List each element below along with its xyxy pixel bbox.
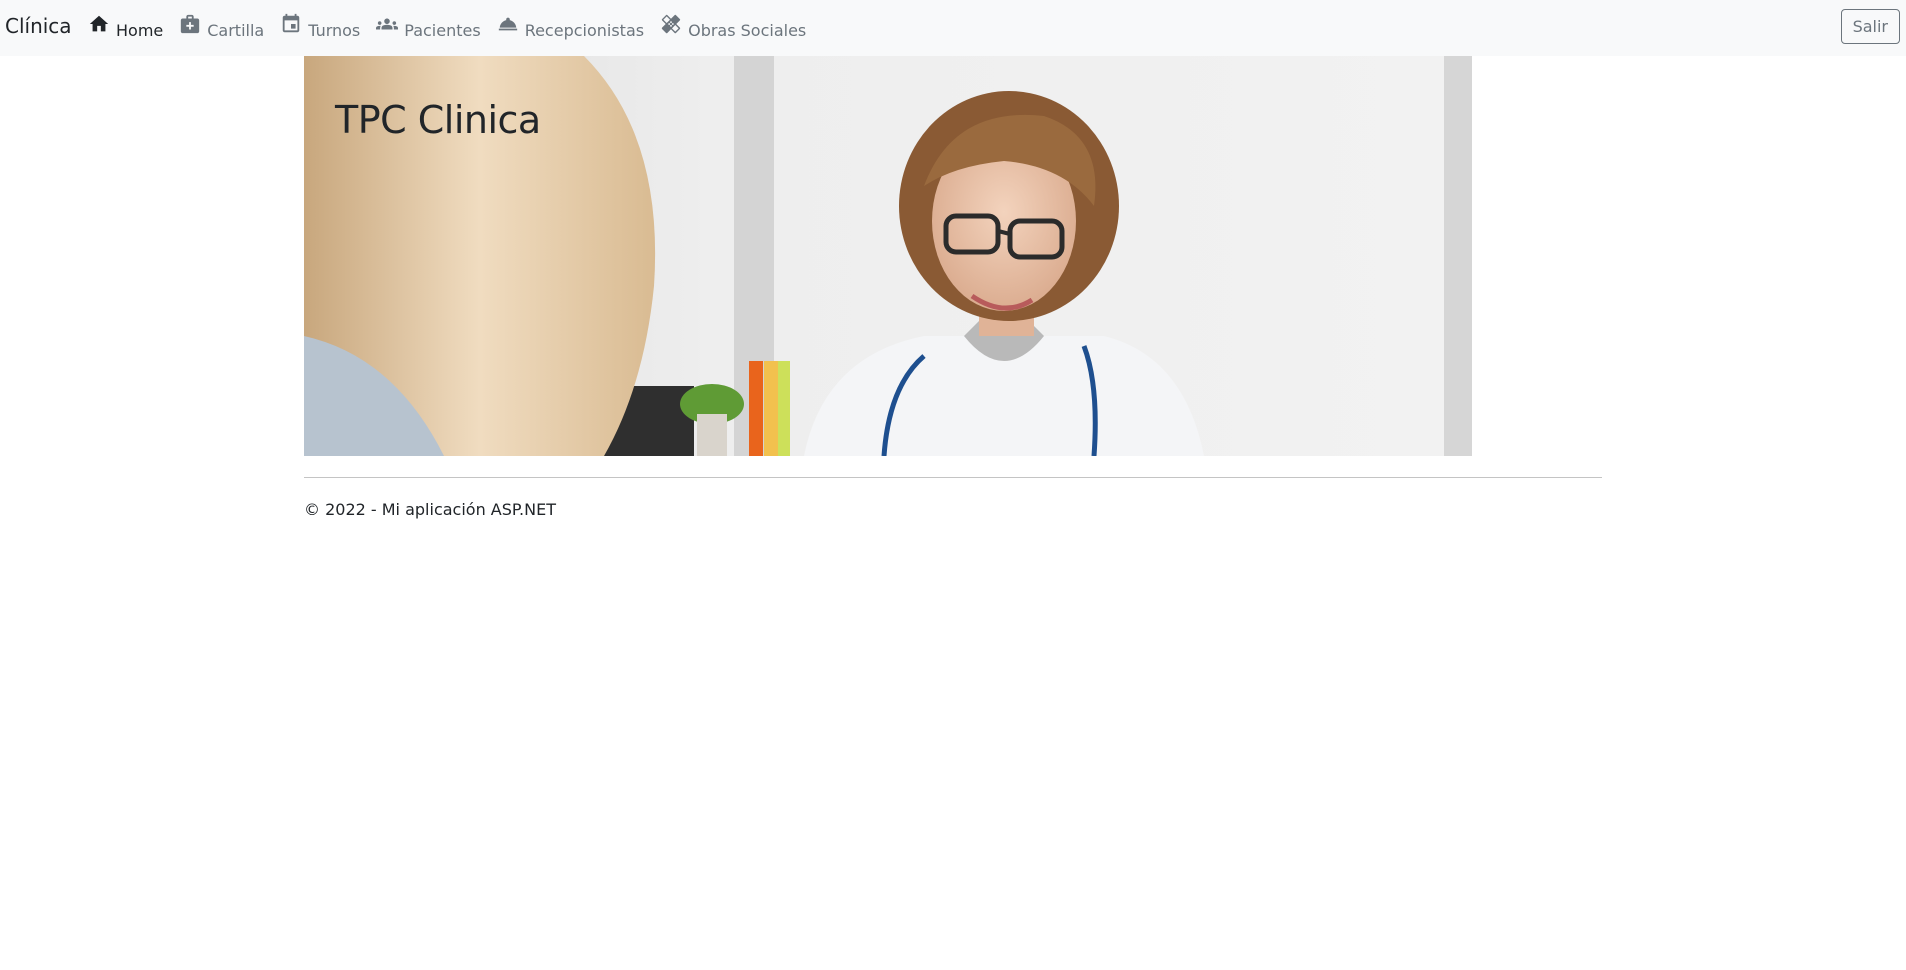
nav-item-obras-sociales[interactable]: Obras Sociales bbox=[660, 10, 806, 40]
people-icon bbox=[376, 13, 399, 35]
brand-link[interactable]: Clínica bbox=[5, 14, 72, 38]
nav-item-home[interactable]: Home bbox=[88, 10, 163, 40]
hero-title: TPC Clinica bbox=[335, 98, 541, 142]
footer: © 2022 - Mi aplicación ASP.NET bbox=[304, 500, 556, 519]
nav-item-label: Cartilla bbox=[207, 21, 265, 40]
nav-item-label: Turnos bbox=[308, 21, 361, 40]
logout-button[interactable]: Salir bbox=[1840, 9, 1900, 44]
nav-item-label: Recepcionistas bbox=[524, 21, 645, 40]
service-bell-icon bbox=[497, 13, 519, 35]
footer-copyright: © 2022 - Mi aplicación ASP.NET bbox=[304, 500, 556, 519]
nav-item-label: Pacientes bbox=[404, 21, 481, 40]
nav-item-pacientes[interactable]: Pacientes bbox=[376, 10, 481, 40]
home-icon bbox=[88, 13, 110, 35]
medical-bag-icon bbox=[179, 13, 201, 35]
nav-item-cartilla[interactable]: Cartilla bbox=[179, 10, 264, 40]
nav-menu: Home Cartilla Turnos Pacientes Recepcion… bbox=[88, 10, 822, 40]
nav-item-label: Obras Sociales bbox=[688, 21, 807, 40]
nav-item-turnos[interactable]: Turnos bbox=[280, 10, 360, 40]
bandage-icon bbox=[660, 13, 682, 35]
footer-divider bbox=[304, 477, 1602, 478]
top-navbar: Clínica Home Cartilla Turnos Pacientes R… bbox=[0, 0, 1906, 56]
nav-item-recepcionistas[interactable]: Recepcionistas bbox=[497, 10, 644, 40]
nav-item-label: Home bbox=[116, 21, 164, 40]
calendar-icon bbox=[280, 13, 302, 35]
hero-banner: TPC Clinica bbox=[304, 56, 1472, 456]
